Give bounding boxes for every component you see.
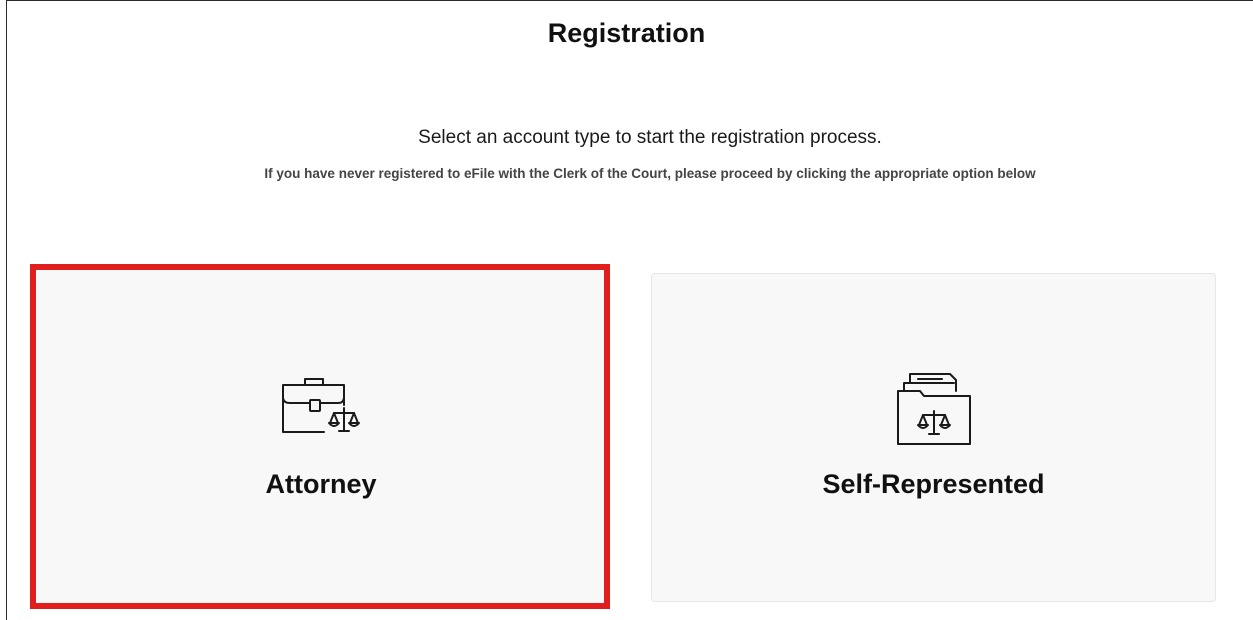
registration-instruction: If you have never registered to eFile wi… [264, 166, 1036, 181]
page-subtitle: Select an account type to start the regi… [418, 127, 882, 148]
self-represented-account-card[interactable]: Self-Represented [651, 273, 1216, 602]
self-represented-label: Self-Represented [822, 469, 1045, 499]
briefcase-scales-icon [278, 375, 364, 441]
attorney-label: Attorney [265, 469, 377, 499]
attorney-account-card[interactable]: Attorney [37, 270, 605, 604]
folder-scales-icon [890, 369, 976, 449]
page-title: Registration [547, 18, 706, 48]
